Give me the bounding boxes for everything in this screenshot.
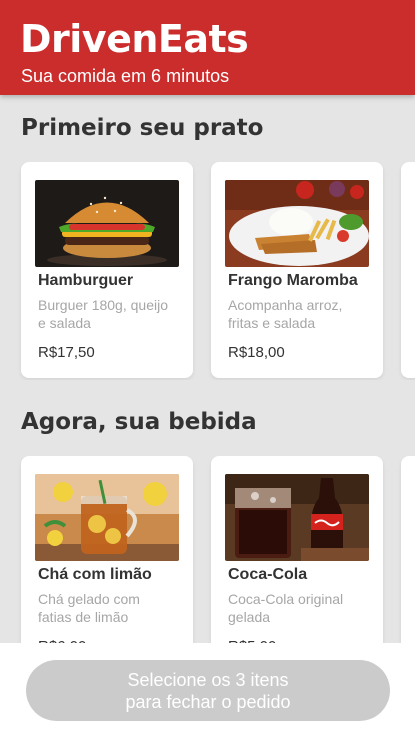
dish-name: Hamburguer	[38, 272, 134, 289]
brand-tagline: Sua comida em 6 minutos	[21, 66, 230, 86]
dish-card-hamburguer[interactable]: Hamburguer Burguer 180g, queijo e salada…	[21, 162, 193, 378]
dish-description-line: e salada	[38, 315, 91, 331]
iced-tea-photo	[35, 474, 179, 561]
coca-cola-photo	[225, 474, 369, 561]
app-header: DrivenEats Sua comida em 6 minutos	[0, 0, 415, 95]
hamburger-photo	[35, 180, 179, 267]
dish-description: Burguer 180g, queijo e salada	[38, 296, 183, 332]
dish-price: R$18,00	[228, 344, 285, 361]
dish-description-line: fritas e salada	[228, 315, 316, 331]
drink-description-line: Coca-Cola original	[228, 591, 344, 607]
dish-card-frango-maromba[interactable]: Frango Maromba Acompanha arroz, fritas e…	[211, 162, 383, 378]
drink-card-next-partial[interactable]	[401, 456, 415, 672]
drink-card-cha-com-limao[interactable]: Chá com limão Chá gelado com fatias de l…	[21, 456, 193, 672]
drinks-row[interactable]: Chá com limão Chá gelado com fatias de l…	[0, 456, 415, 674]
section-title-dishes: Primeiro seu prato	[21, 115, 264, 141]
drink-card-coca-cola[interactable]: Coca-Cola Coca-Cola original gelada R$5,…	[211, 456, 383, 672]
order-button-line: Selecione os 3 itens	[127, 669, 289, 690]
drink-name: Coca-Cola	[228, 566, 308, 583]
dish-price: R$17,50	[38, 344, 95, 361]
drink-description-line: fatias de limão	[38, 609, 129, 625]
brand-title: DrivenEats	[20, 17, 249, 61]
order-footer: Selecione os 3 itens para fechar o pedid…	[0, 643, 415, 736]
dish-description-line: Acompanha arroz,	[228, 297, 343, 313]
section-title-drinks: Agora, sua bebida	[21, 409, 257, 435]
drink-name: Chá com limão	[38, 566, 152, 583]
dish-name: Frango Maromba	[228, 272, 358, 289]
drink-description-line: gelada	[228, 609, 271, 625]
drink-description: Chá gelado com fatias de limão	[38, 590, 183, 626]
dish-card-next-partial[interactable]	[401, 162, 415, 378]
drink-description-line: Chá gelado com	[38, 591, 140, 607]
drink-description: Coca-Cola original gelada	[228, 590, 373, 626]
dishes-row[interactable]: Hamburguer Burguer 180g, queijo e salada…	[0, 162, 415, 380]
chicken-plate-photo	[225, 180, 369, 267]
dish-description: Acompanha arroz, fritas e salada	[228, 296, 373, 332]
dish-description-line: Burguer 180g, queijo	[38, 297, 168, 313]
order-button-line: para fechar o pedido	[125, 691, 291, 712]
close-order-button[interactable]: Selecione os 3 itens para fechar o pedid…	[26, 660, 390, 721]
